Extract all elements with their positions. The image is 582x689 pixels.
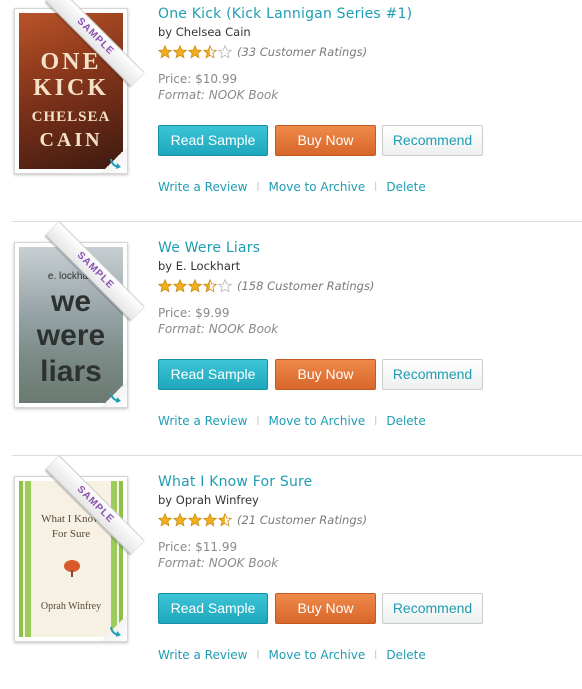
item-divider [12, 221, 582, 222]
move-to-archive-link[interactable]: Move to Archive [269, 180, 366, 194]
cover-title-line: KICK [32, 75, 109, 101]
curl-arrow-icon [110, 392, 121, 403]
rating-row: (158 Customer Ratings) [158, 278, 374, 294]
star-rating [158, 513, 233, 527]
book-format: Format: NOOK Book [158, 322, 279, 336]
link-separator: | [256, 650, 260, 660]
star-icon [188, 513, 202, 527]
recommend-button[interactable]: Recommend [382, 125, 483, 156]
rating-count: (21 Customer Ratings) [237, 513, 368, 527]
item-actions: Write a Review | Move to Archive | Delet… [158, 180, 426, 194]
curl-arrow-icon [110, 158, 121, 169]
book-cover[interactable]: What I Know For Sure Oprah Winfrey SAMPL… [14, 455, 145, 642]
book-cover[interactable]: e. lockhart we were liars SAMPLE [14, 221, 145, 408]
star-icon [158, 513, 172, 527]
curl-arrow-icon [110, 626, 121, 637]
star-icon [188, 279, 202, 293]
buy-now-button[interactable]: Buy Now [275, 125, 376, 156]
book-price: Price: $10.99 [158, 72, 238, 86]
book-format: Format: NOOK Book [158, 88, 279, 102]
recommend-button[interactable]: Recommend [382, 593, 483, 624]
cover-title-line: For Sure [51, 528, 91, 540]
star-icon [218, 513, 232, 527]
book-price: Price: $11.99 [158, 540, 238, 554]
rating-row: (33 Customer Ratings) [158, 44, 367, 60]
book-item: e. lockhart we were liars SAMPLE We Were… [0, 221, 582, 468]
star-icon [173, 279, 187, 293]
link-separator: | [374, 182, 378, 192]
cover-stripe [111, 481, 123, 637]
delete-link[interactable]: Delete [386, 648, 425, 662]
link-separator: | [374, 416, 378, 426]
cover-author-line: Oprah Winfrey [40, 601, 102, 612]
write-review-link[interactable]: Write a Review [158, 414, 247, 428]
book-title-link[interactable]: What I Know For Sure [158, 474, 312, 490]
star-icon [203, 279, 217, 293]
read-sample-button[interactable]: Read Sample [158, 593, 268, 624]
star-icon [173, 513, 187, 527]
star-rating [158, 45, 233, 59]
buy-now-button[interactable]: Buy Now [275, 359, 376, 390]
book-author: by Oprah Winfrey [158, 493, 259, 507]
star-icon [188, 45, 202, 59]
rating-row: (21 Customer Ratings) [158, 512, 367, 528]
write-review-link[interactable]: Write a Review [158, 180, 247, 194]
star-icon [203, 513, 217, 527]
book-author: by Chelsea Cain [158, 25, 251, 39]
book-format: Format: NOOK Book [158, 556, 279, 570]
rating-count: (33 Customer Ratings) [237, 45, 368, 59]
star-icon [203, 45, 217, 59]
book-price: Price: $9.99 [158, 306, 230, 320]
star-icon [218, 45, 232, 59]
book-title-link[interactable]: We Were Liars [158, 240, 260, 256]
book-item: What I Know For Sure Oprah Winfrey SAMPL… [0, 455, 582, 689]
item-actions: Write a Review | Move to Archive | Delet… [158, 648, 426, 662]
cover-title-line: were [36, 319, 106, 352]
read-sample-button[interactable]: Read Sample [158, 359, 268, 390]
item-divider [12, 455, 582, 456]
delete-link[interactable]: Delete [386, 180, 425, 194]
book-title-link[interactable]: One Kick (Kick Lannigan Series #1) [158, 6, 412, 22]
star-icon [173, 45, 187, 59]
recommend-button[interactable]: Recommend [382, 359, 483, 390]
link-separator: | [256, 416, 260, 426]
move-to-archive-link[interactable]: Move to Archive [269, 648, 366, 662]
read-sample-button[interactable]: Read Sample [158, 125, 268, 156]
star-icon [218, 279, 232, 293]
delete-link[interactable]: Delete [386, 414, 425, 428]
star-icon [158, 45, 172, 59]
item-actions: Write a Review | Move to Archive | Delet… [158, 414, 426, 428]
move-to-archive-link[interactable]: Move to Archive [269, 414, 366, 428]
star-icon [158, 279, 172, 293]
cover-stripe [19, 481, 31, 637]
book-item: ONE KICK CHELSEA CAIN SAMPLE One Kick (K… [0, 0, 582, 234]
cover-author-line: CHELSEA [31, 109, 111, 125]
rating-count: (158 Customer Ratings) [237, 279, 375, 293]
buy-now-button[interactable]: Buy Now [275, 593, 376, 624]
link-separator: | [374, 650, 378, 660]
write-review-link[interactable]: Write a Review [158, 648, 247, 662]
tree-icon [64, 560, 80, 577]
book-cover[interactable]: ONE KICK CHELSEA CAIN SAMPLE [14, 0, 145, 174]
star-rating [158, 279, 233, 293]
link-separator: | [256, 182, 260, 192]
book-author: by E. Lockhart [158, 259, 241, 273]
